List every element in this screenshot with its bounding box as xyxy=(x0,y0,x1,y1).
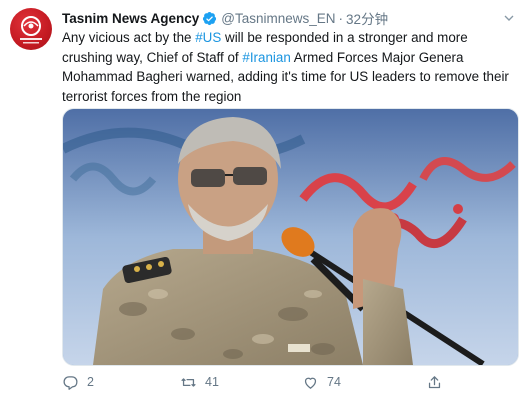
like-button[interactable]: 74 xyxy=(302,372,341,392)
tweet-text-segment: Any vicious act by the xyxy=(62,30,196,45)
like-count: 74 xyxy=(327,375,341,389)
chevron-down-icon[interactable] xyxy=(501,10,517,26)
tweet-actions: 2 41 74 xyxy=(62,372,462,392)
avatar[interactable] xyxy=(10,8,52,50)
tweet-text: Any vicious act by the #US will be respo… xyxy=(62,28,520,106)
tweet-card[interactable]: Tasnim News Agency @Tasnimnews_EN · 32分钟… xyxy=(0,0,529,400)
share-icon xyxy=(428,375,441,388)
hashtag-us[interactable]: #US xyxy=(195,30,221,45)
author-handle[interactable]: @Tasnimnews_EN xyxy=(221,11,335,26)
verified-badge-icon xyxy=(202,11,217,26)
tasnim-logo-icon xyxy=(20,16,42,44)
heart-icon xyxy=(304,377,317,389)
reply-button[interactable]: 2 xyxy=(62,372,94,392)
tweet-header: Tasnim News Agency @Tasnimnews_EN · 32分钟 xyxy=(62,8,388,28)
retweet-icon xyxy=(181,377,196,387)
reply-count: 2 xyxy=(87,375,94,389)
tweet-media-photo[interactable] xyxy=(62,108,519,366)
retweet-button[interactable]: 41 xyxy=(180,372,219,392)
share-button[interactable] xyxy=(426,372,443,392)
separator-dot: · xyxy=(338,10,344,26)
reply-icon xyxy=(63,375,78,390)
officer-photo xyxy=(63,109,518,365)
timestamp[interactable]: 32分钟 xyxy=(346,8,388,28)
retweet-count: 41 xyxy=(205,375,219,389)
author-name[interactable]: Tasnim News Agency xyxy=(62,11,199,26)
hashtag-iranian[interactable]: #Iranian xyxy=(242,50,290,65)
